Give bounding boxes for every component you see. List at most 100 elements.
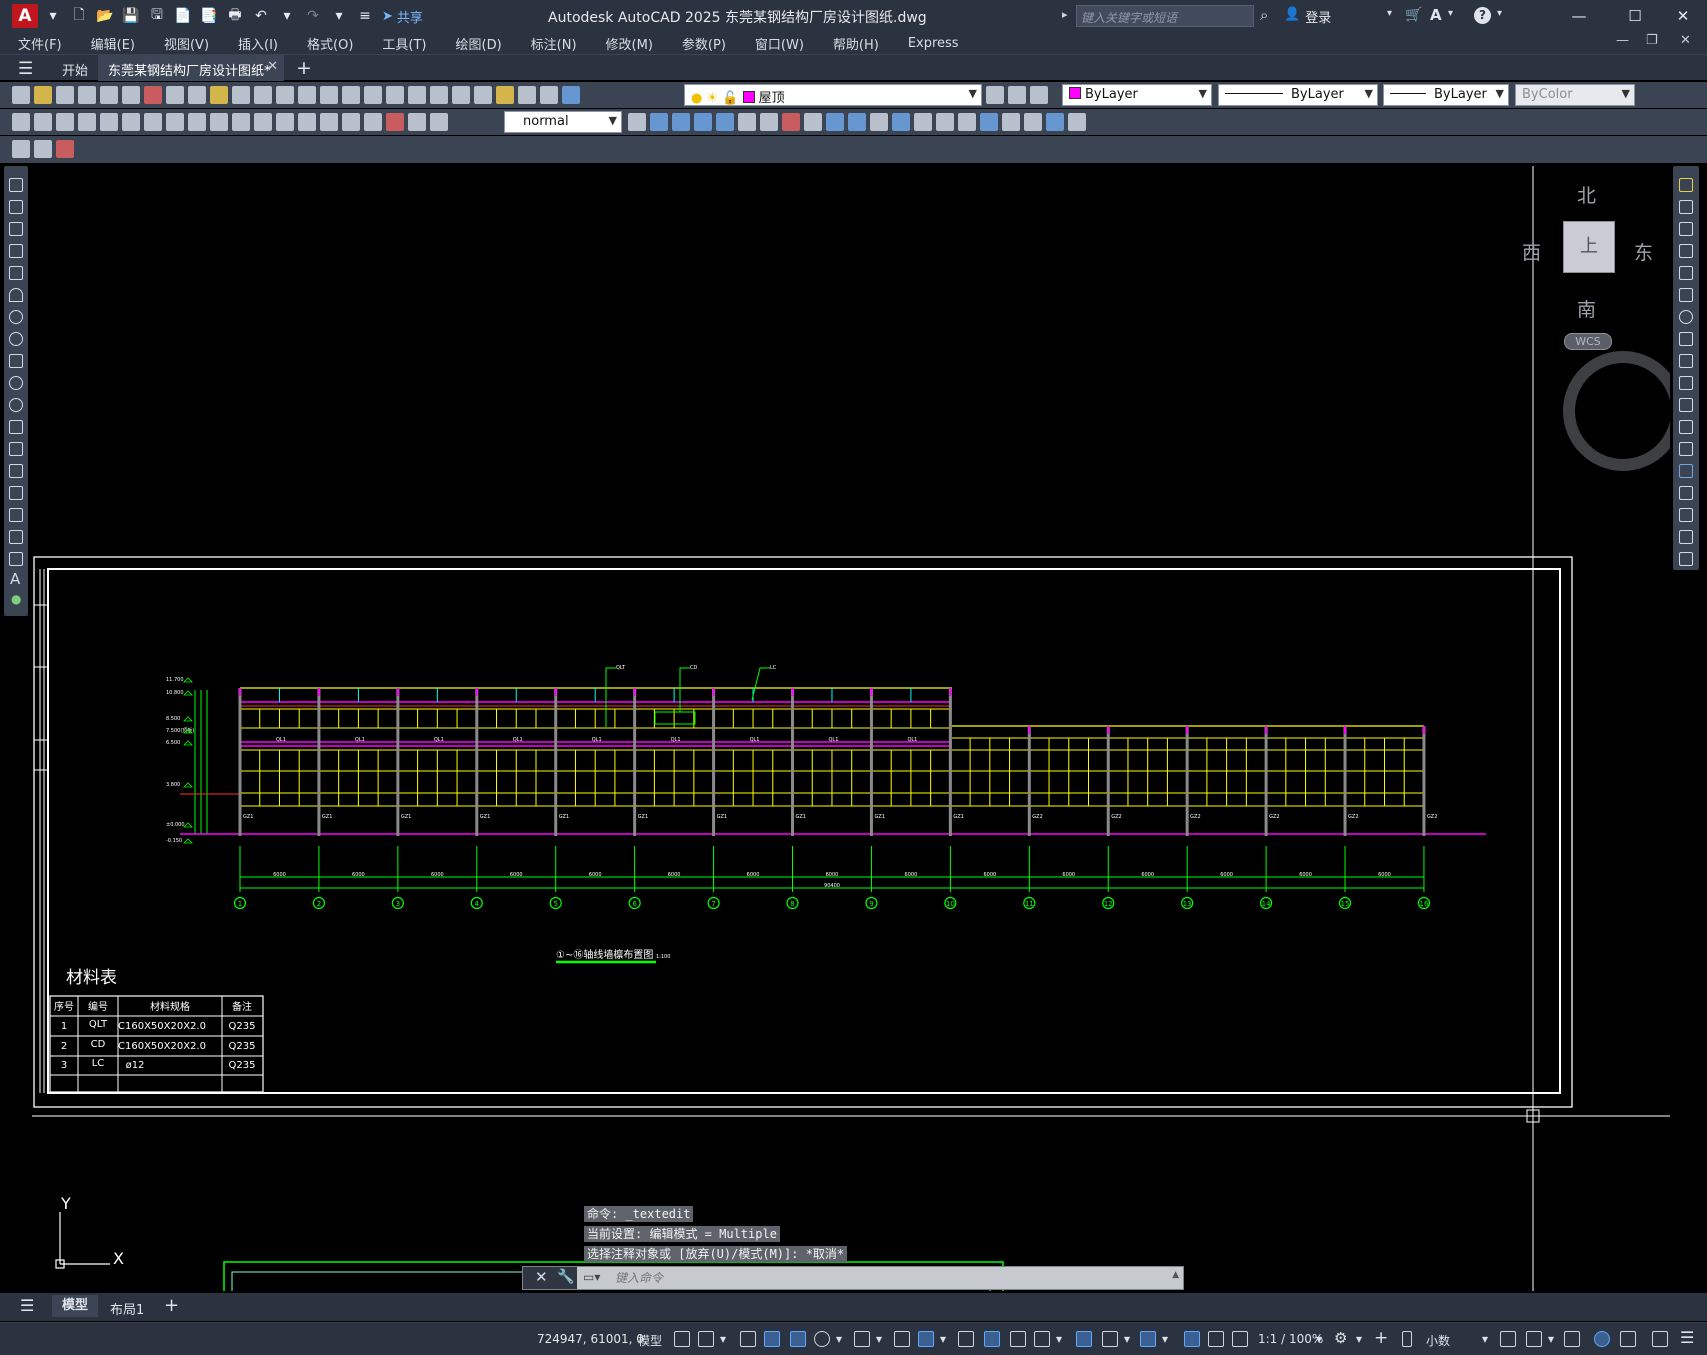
join-icon[interactable] bbox=[1679, 464, 1693, 478]
save-icon[interactable]: 💾 bbox=[120, 5, 142, 27]
viewcube-ring[interactable] bbox=[1562, 350, 1670, 472]
snap-caret-icon[interactable]: ▾ bbox=[720, 1332, 726, 1346]
save-toolbar-icon[interactable] bbox=[56, 86, 74, 104]
3d-osnap-icon[interactable] bbox=[1034, 1331, 1050, 1347]
offset-icon[interactable] bbox=[1679, 244, 1693, 258]
infer-constraints-icon[interactable] bbox=[740, 1331, 756, 1347]
3d-mirror-icon[interactable] bbox=[1046, 113, 1064, 131]
paste-icon[interactable] bbox=[210, 86, 228, 104]
dim-aligned-icon[interactable] bbox=[34, 113, 52, 131]
mirror-icon[interactable] bbox=[1679, 222, 1693, 236]
imprint-icon[interactable] bbox=[936, 113, 954, 131]
dim-text-edit-icon[interactable] bbox=[408, 113, 426, 131]
annotation-monitor-icon[interactable]: + bbox=[1374, 1328, 1388, 1348]
move-icon[interactable] bbox=[1679, 288, 1693, 302]
menu-dimension[interactable]: 标注(N) bbox=[513, 34, 588, 53]
open-icon[interactable] bbox=[34, 86, 52, 104]
union-icon[interactable] bbox=[672, 113, 690, 131]
match-properties-icon[interactable] bbox=[232, 86, 250, 104]
rotate-icon[interactable] bbox=[1679, 310, 1693, 324]
copy-object-icon[interactable] bbox=[1679, 200, 1693, 214]
tab-start[interactable]: 开始 bbox=[50, 55, 100, 81]
customization-icon[interactable]: ☰ bbox=[1680, 1328, 1694, 1347]
calculator-icon[interactable] bbox=[518, 86, 536, 104]
menu-format[interactable]: 格式(O) bbox=[289, 34, 364, 53]
share-button[interactable]: ➤ 共享 bbox=[382, 7, 423, 26]
extrude-icon[interactable] bbox=[716, 113, 734, 131]
new-file-icon[interactable]: 🗋 bbox=[68, 5, 90, 27]
hatch-icon[interactable] bbox=[9, 486, 23, 500]
find-text-icon[interactable] bbox=[56, 140, 74, 158]
gizmo-caret-icon[interactable]: ▾ bbox=[1162, 1332, 1168, 1346]
presspull-icon[interactable] bbox=[738, 113, 756, 131]
layout-menu-icon[interactable]: ☰ bbox=[20, 1296, 34, 1315]
inspection-icon[interactable] bbox=[342, 113, 360, 131]
units-caret-icon[interactable]: ▾ bbox=[1482, 1332, 1488, 1346]
cart-icon[interactable]: 🛒 bbox=[1405, 7, 1422, 23]
dim-style-icon[interactable] bbox=[628, 113, 646, 131]
mtext-icon[interactable] bbox=[12, 140, 30, 158]
quick-properties-icon[interactable] bbox=[1500, 1331, 1516, 1347]
color-dropdown[interactable]: ByLayer ▼ bbox=[1062, 84, 1212, 106]
text-style-dropdown[interactable]: normal ▼ bbox=[504, 111, 622, 133]
wcs-menu[interactable]: WCS bbox=[1564, 333, 1612, 350]
layer-previous-icon[interactable] bbox=[1008, 86, 1026, 104]
dim-baseline-icon[interactable] bbox=[210, 113, 228, 131]
coordinate-readout[interactable]: 724947, 61001, 0 bbox=[537, 1332, 644, 1346]
dim-radius-icon[interactable] bbox=[100, 113, 118, 131]
make-block-icon[interactable] bbox=[9, 442, 23, 456]
dim-linear-icon[interactable] bbox=[12, 113, 30, 131]
new-tab-icon[interactable]: + bbox=[296, 57, 312, 79]
workspace-gear-icon[interactable]: ⚙ bbox=[1334, 1329, 1347, 1347]
grid-icon[interactable] bbox=[674, 1331, 690, 1347]
make-current-layer-icon[interactable] bbox=[986, 86, 1004, 104]
tab-model[interactable]: 模型 bbox=[52, 1295, 99, 1317]
tool-palettes-icon[interactable] bbox=[452, 86, 470, 104]
slice-icon[interactable] bbox=[782, 113, 800, 131]
sheet-set-icon[interactable] bbox=[474, 86, 492, 104]
multiline-text-icon[interactable]: A bbox=[10, 570, 20, 588]
undo-icon[interactable]: ↶ bbox=[250, 5, 272, 27]
doc-close-icon[interactable]: ✕ bbox=[1680, 33, 1691, 48]
scale-icon[interactable] bbox=[1679, 332, 1693, 346]
file-tabs-menu-icon[interactable]: ☰ bbox=[18, 59, 33, 79]
redo-icon[interactable]: ↷ bbox=[302, 5, 324, 27]
command-input[interactable] bbox=[615, 1269, 1075, 1287]
publish-icon[interactable]: 📑 bbox=[198, 5, 220, 27]
plotstyle-dropdown[interactable]: ByColor ▼ bbox=[1515, 84, 1635, 106]
help-toolbar-icon[interactable] bbox=[540, 86, 558, 104]
pan-icon[interactable] bbox=[320, 86, 338, 104]
ellipse-arc-icon[interactable] bbox=[9, 398, 23, 412]
object-snap-icon[interactable] bbox=[918, 1331, 934, 1347]
3d-print-icon[interactable] bbox=[144, 86, 162, 104]
menu-file[interactable]: 文件(F) bbox=[0, 34, 73, 53]
subtract-icon[interactable] bbox=[694, 113, 712, 131]
units-icon[interactable] bbox=[1402, 1331, 1412, 1347]
dim-continue-icon[interactable] bbox=[232, 113, 250, 131]
3d-align-icon[interactable] bbox=[1024, 113, 1042, 131]
snap-icon[interactable] bbox=[698, 1331, 714, 1347]
selection-cycling-icon[interactable] bbox=[1010, 1331, 1026, 1347]
transparency-icon[interactable] bbox=[984, 1331, 1000, 1347]
table-icon[interactable] bbox=[9, 552, 23, 566]
account-caret-icon[interactable]: ▾ bbox=[1448, 8, 1453, 19]
revision-cloud-icon[interactable] bbox=[9, 332, 23, 346]
graphics-performance-icon[interactable] bbox=[1594, 1331, 1610, 1347]
circle-icon[interactable] bbox=[9, 310, 23, 324]
properties-icon[interactable] bbox=[408, 86, 426, 104]
redo-toolbar-icon[interactable] bbox=[298, 86, 316, 104]
auto-scale-icon[interactable] bbox=[1208, 1331, 1224, 1347]
ortho-icon[interactable] bbox=[790, 1331, 806, 1347]
drawing-svg[interactable]: 11.70010.8008.5007.500(顶板)6.5003.800±0.0… bbox=[32, 166, 1670, 1291]
plot-icon[interactable] bbox=[78, 86, 96, 104]
chamfer-icon[interactable] bbox=[1679, 486, 1693, 500]
blend-curves-icon[interactable] bbox=[1679, 530, 1693, 544]
model-space-toggle[interactable]: 模型 bbox=[638, 1332, 662, 1349]
lock-ui-icon[interactable] bbox=[1526, 1331, 1542, 1347]
viewcube-south[interactable]: 南 bbox=[1577, 295, 1596, 322]
line-icon[interactable] bbox=[9, 178, 23, 192]
osnap-caret-icon[interactable]: ▾ bbox=[940, 1332, 946, 1346]
isodraft-caret-icon[interactable]: ▾ bbox=[876, 1332, 882, 1346]
menu-edit[interactable]: 编辑(E) bbox=[73, 34, 146, 53]
isodraft-icon[interactable] bbox=[854, 1331, 870, 1347]
